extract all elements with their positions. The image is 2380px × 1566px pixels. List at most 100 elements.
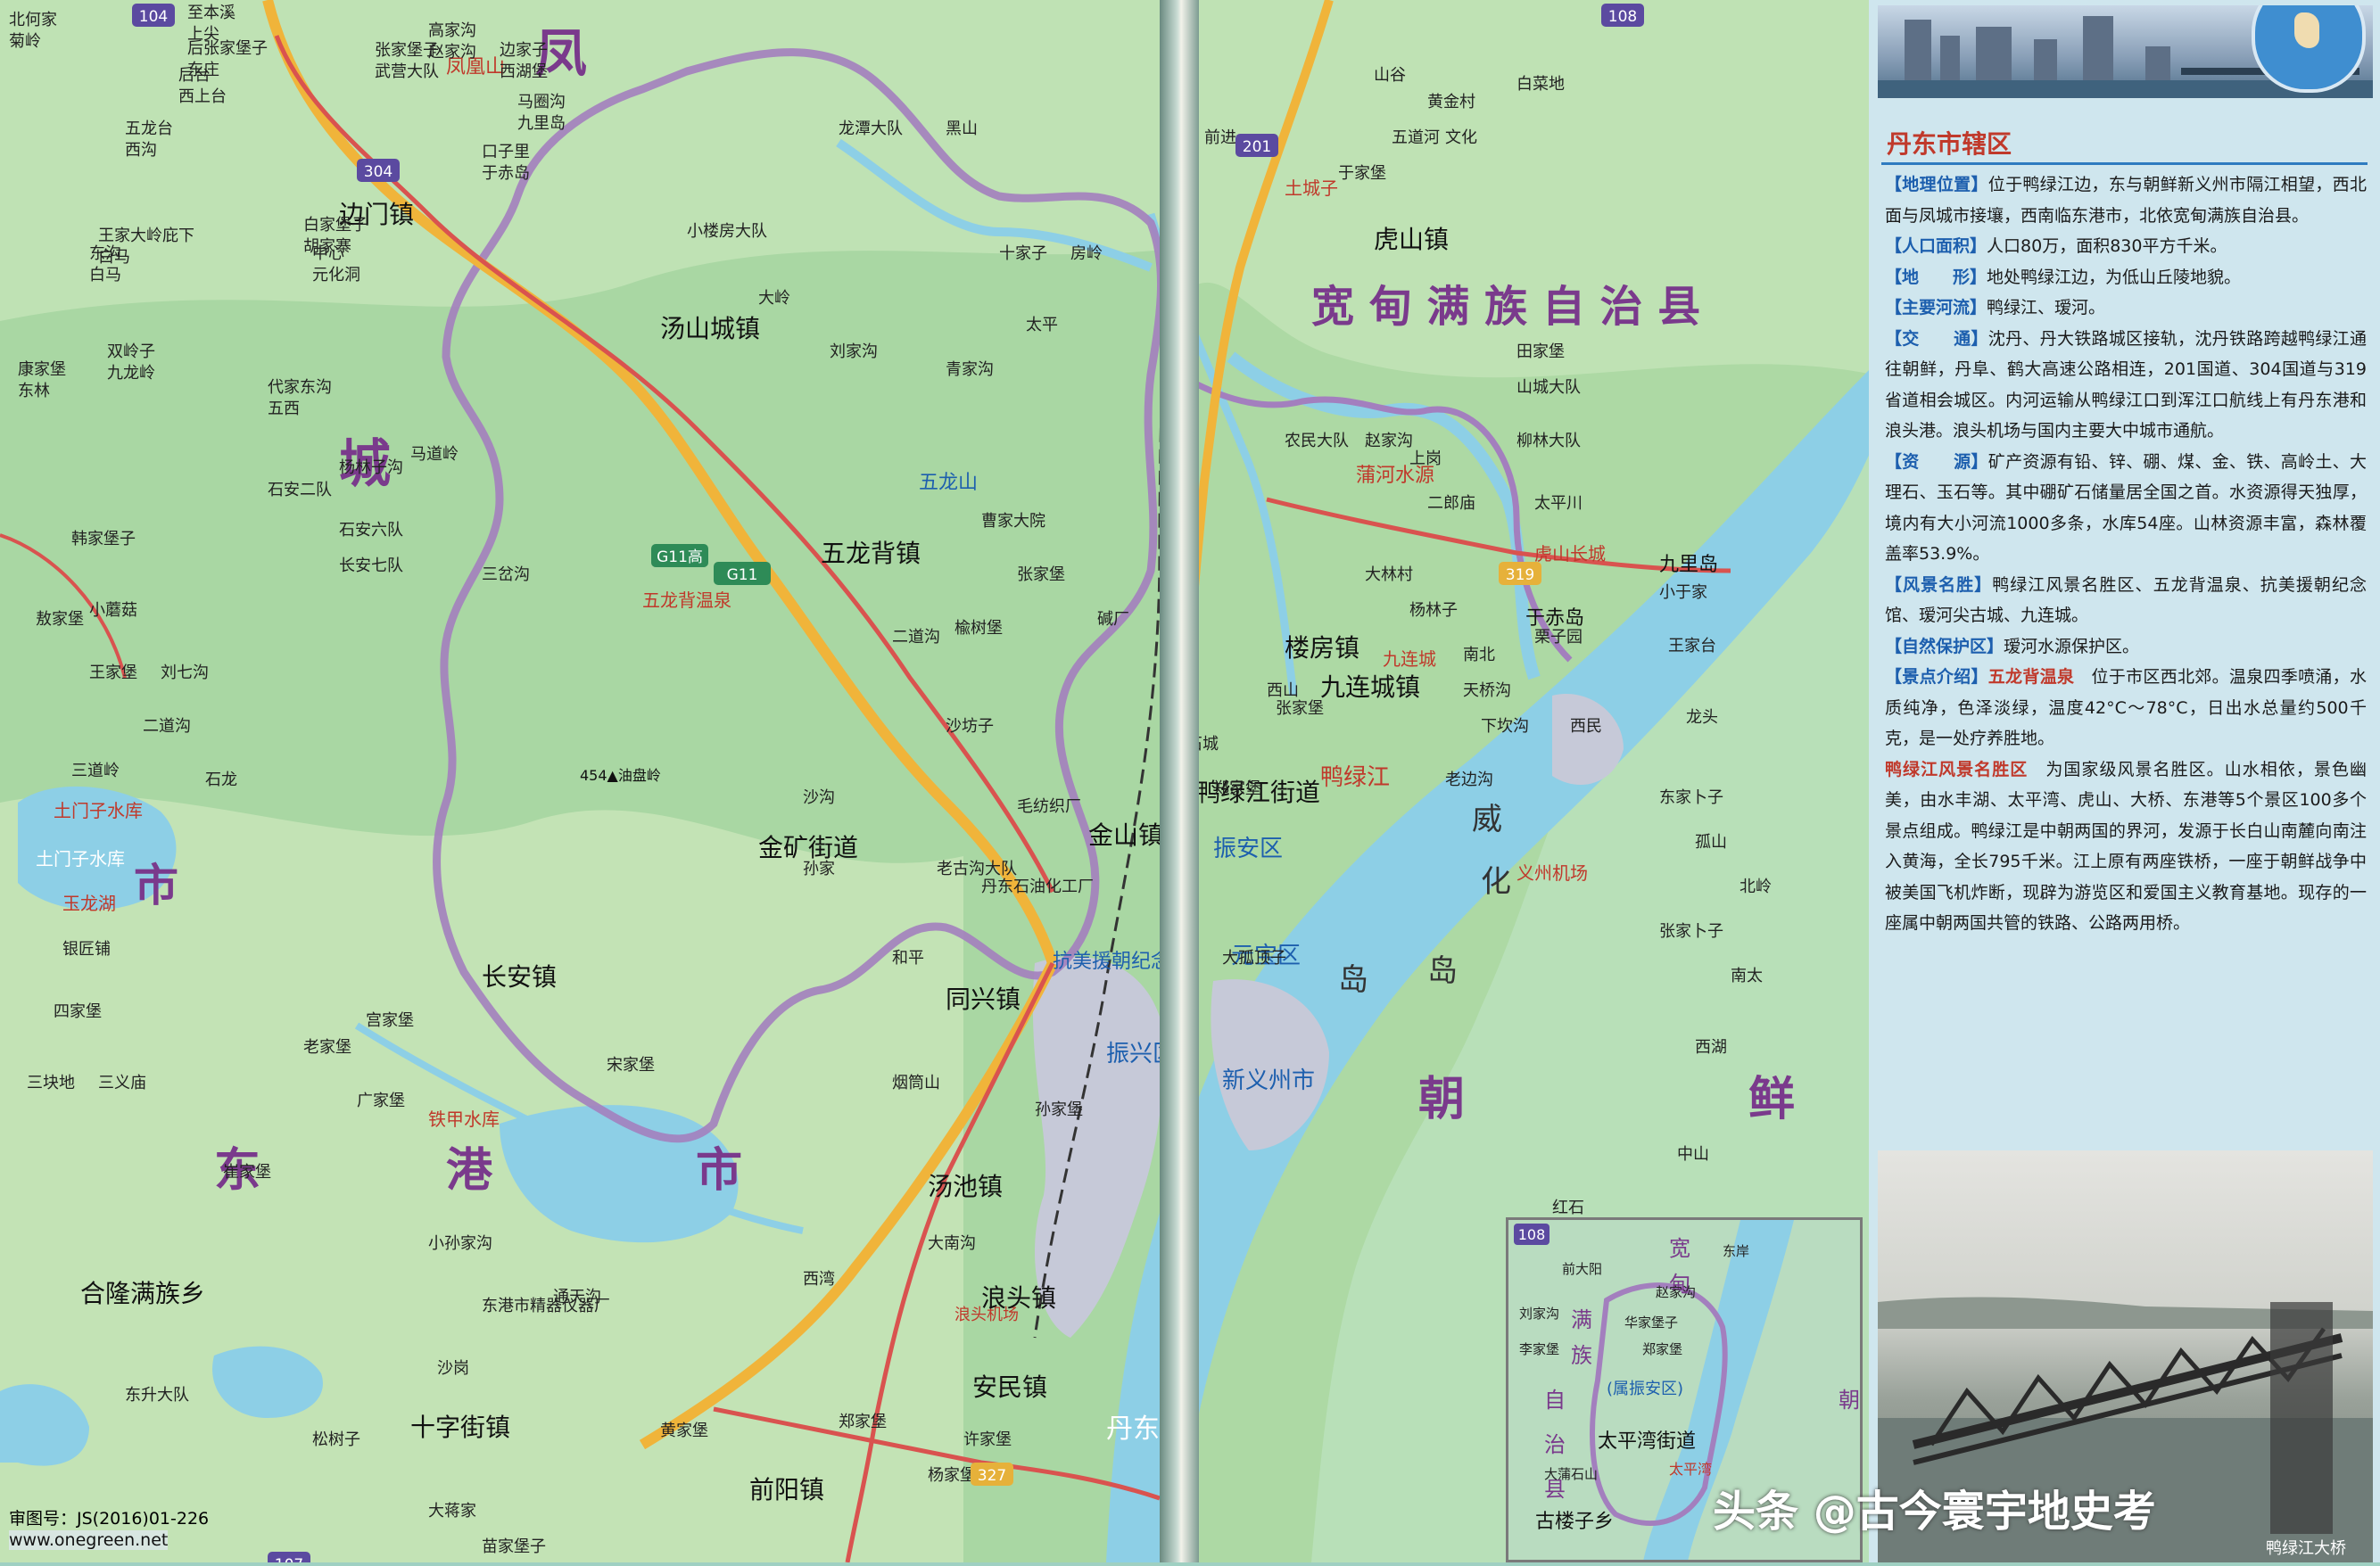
road-number: 319 [1506, 566, 1534, 584]
village-label: 武营大队 [375, 62, 439, 81]
village-label: 广家堡 [357, 1092, 405, 1110]
road-number: 201 [1243, 138, 1271, 156]
village-label: 郑家堡 [1213, 779, 1261, 798]
title-divider [1881, 162, 2368, 165]
village-label: 山谷 [1374, 66, 1406, 85]
village-label: 至本溪 [187, 4, 236, 22]
section-text: 为国家级风景名胜区。山水相依，景色幽美，由水丰湖、太平湾、虎山、大桥、东港等5个… [1885, 759, 2367, 934]
map-label-tumenzishuiku: 土门子水库 [36, 848, 125, 870]
village-label: 西湖堡 [500, 62, 548, 81]
village-label: 黑山 [946, 120, 978, 138]
village-label: 大孤顶子 [1222, 949, 1286, 968]
village-label: 黄家堡 [660, 1422, 708, 1440]
inset-road-shield: 108 [1514, 1224, 1549, 1245]
village-label: 张家卜子 [1659, 922, 1723, 941]
inset-village: 赵家沟 [1656, 1284, 1696, 1300]
village-label: 文化 [1445, 128, 1477, 147]
inset-village: 郑家堡 [1642, 1341, 1682, 1357]
village-label: 双岭子 [107, 342, 155, 361]
village-label: 小孙家沟 [428, 1234, 492, 1253]
road-number: 107 [275, 1556, 303, 1562]
section-text: 鸭绿江、瑷河。 [1987, 298, 2106, 317]
map-label-hushan-wall: 虎山长城 [1534, 543, 1606, 565]
village-label: 老边沟 [1445, 771, 1493, 789]
town-label: 十字街镇 [410, 1413, 510, 1442]
village-label: 九龙岭 [107, 364, 155, 383]
village-label: 张家堡 [1017, 565, 1065, 584]
panel-section: 【人口面积】人口80万，面积830平方千米。 [1885, 231, 2367, 262]
village-label: 太平 [1026, 316, 1058, 334]
city-skyline-photo [1878, 5, 2373, 98]
map-label-gang: 港 [446, 1144, 493, 1198]
village-label: 王家大岭庇下 [98, 227, 194, 245]
village-label: 白马 [89, 266, 121, 284]
village-label: 菊岭 [9, 32, 41, 51]
village-label: 龙头 [1686, 708, 1718, 727]
village-label: 刘家沟 [830, 342, 878, 361]
town-label: 安民镇 [972, 1372, 1047, 1402]
village-label: 碱厂 [1097, 610, 1129, 629]
village-label: 于赤岛 [482, 164, 530, 183]
village-label: 前进 [1204, 128, 1236, 147]
village-label: 西上台 [178, 87, 227, 106]
photo-caption: 鸭绿江大桥 [2266, 1539, 2346, 1558]
road-shield: 107 [268, 1552, 310, 1566]
section-tag: 【自然保护区】 [1885, 636, 2004, 656]
panel-section: 【自然保护区】瑷河水源保护区。 [1885, 631, 2367, 663]
village-label: 五龙台 [125, 120, 173, 138]
town-label: 金矿街道 [758, 833, 858, 862]
village-label: 西山 [1267, 681, 1299, 700]
village-label: 马道岭 [410, 445, 459, 464]
inset-village: 前大阳 [1562, 1261, 1602, 1277]
review-number: 审图号：JS(2016)01-226 [9, 1509, 210, 1529]
section-text: 地处鸭绿江边，为低山丘陵地貌。 [1987, 267, 2242, 287]
map-label-wulongbei-spring: 五龙背温泉 [642, 589, 731, 611]
map-label-yuzhoudao: 于赤岛 [1525, 607, 1584, 630]
road-shield: 319 [1499, 562, 1541, 585]
panel-title: 丹东市辖区 [1887, 129, 2012, 159]
village-label: 三岔沟 [482, 565, 530, 584]
inset-village: 刘家沟 [1519, 1306, 1559, 1322]
village-label: 于家堡 [1338, 164, 1386, 183]
village-label: 下坎沟 [1481, 717, 1529, 736]
village-label: 十家子 [999, 244, 1047, 263]
village-label: 通天沟 [553, 1288, 601, 1306]
village-label: 房岭 [1070, 244, 1103, 263]
village-label: 太平川 [1534, 494, 1583, 513]
village-label: 山城大队 [1516, 378, 1581, 397]
village-label: 南太 [1731, 967, 1763, 985]
village-label: 西沟 [125, 141, 157, 160]
village-label: 康家堡 [18, 360, 66, 379]
town-label: 九连城镇 [1320, 672, 1420, 702]
village-label: 东家卜子 [1659, 788, 1723, 807]
map-label-wei: 威 [1472, 802, 1502, 837]
town-label: 楼房镇 [1285, 633, 1359, 663]
map-label-youpanling: 454▲油盘岭 [580, 767, 661, 784]
section-text: 人口80万，面积830平方千米。 [1987, 236, 2227, 256]
section-tag: 【主要河流】 [1885, 298, 1987, 317]
map-label-chao: 朝 [1418, 1073, 1465, 1126]
section-text: 瑷河水源保护区。 [2004, 636, 2140, 656]
village-label: 龙潭大队 [839, 120, 903, 138]
village-label: 和平 [892, 949, 924, 968]
village-label: 赵家沟 [1365, 432, 1413, 450]
village-label: 栗子园 [1534, 628, 1583, 647]
map-label-xinyizhou: 新义州市 [1222, 1067, 1315, 1094]
village-label: 元化洞 [312, 266, 360, 284]
village-label: 五道河 [1392, 128, 1440, 147]
village-label: 赵家沟 [428, 43, 476, 62]
town-label: 前阳镇 [749, 1475, 824, 1504]
village-label: 东林 [18, 382, 50, 400]
road-shield: G11 [714, 562, 771, 585]
map-label-shi: 市 [134, 860, 178, 911]
map-label-yizhou-airport: 义州机场 [1516, 862, 1588, 884]
village-label: 许家堡 [963, 1430, 1012, 1449]
village-label: 三义庙 [98, 1074, 146, 1092]
village-label: 四家堡 [54, 1002, 102, 1021]
village-label: 杨林子沟 [339, 458, 403, 477]
map-label-yalujiang: 鸭绿江 [1320, 764, 1390, 791]
village-label: 三道岭 [71, 762, 120, 780]
town-label: 虎山镇 [1374, 225, 1449, 254]
road-shield: 104 [132, 4, 175, 27]
village-label: 西湖 [1695, 1038, 1727, 1057]
